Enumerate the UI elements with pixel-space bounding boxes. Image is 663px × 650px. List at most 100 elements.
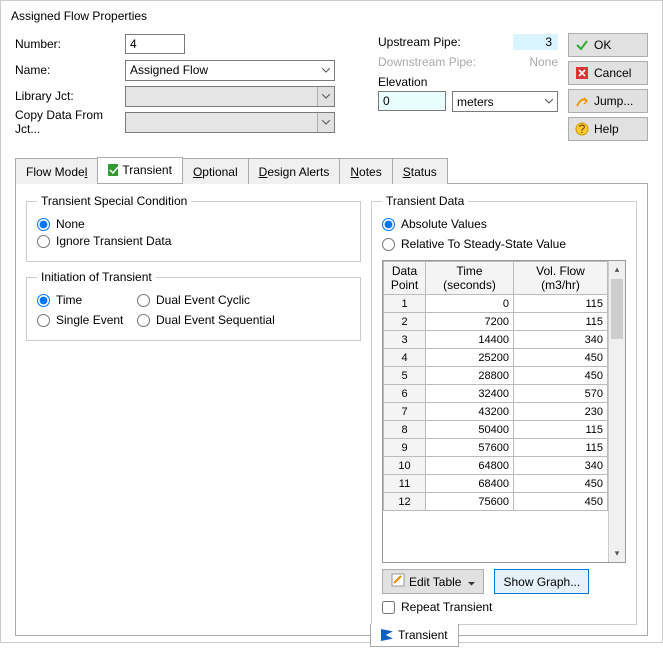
- table-row[interactable]: 528800450: [384, 367, 608, 385]
- row-index: 12: [384, 493, 426, 511]
- table-row[interactable]: 1275600450: [384, 493, 608, 511]
- table-row[interactable]: 425200450: [384, 349, 608, 367]
- elevation-label: Elevation: [378, 75, 558, 89]
- tab-status[interactable]: Status: [392, 158, 448, 184]
- table-row[interactable]: 632400570: [384, 385, 608, 403]
- cell-flow[interactable]: 115: [514, 439, 608, 457]
- x-icon: [575, 66, 589, 80]
- tab-flow-model[interactable]: Flow Model: [15, 158, 98, 184]
- copy-combo[interactable]: [125, 112, 335, 133]
- downstream-value: None: [529, 55, 558, 69]
- table-row[interactable]: 10115: [384, 295, 608, 313]
- cell-time[interactable]: 7200: [426, 313, 514, 331]
- radio-single[interactable]: Single Event: [37, 313, 137, 327]
- table-row[interactable]: 1064800340: [384, 457, 608, 475]
- radio-time[interactable]: Time: [37, 293, 137, 307]
- tab-design-alerts[interactable]: Design Alerts: [248, 158, 341, 184]
- row-index: 7: [384, 403, 426, 421]
- cell-time[interactable]: 68400: [426, 475, 514, 493]
- cell-flow[interactable]: 570: [514, 385, 608, 403]
- cell-flow[interactable]: 450: [514, 493, 608, 511]
- name-combo[interactable]: Assigned Flow: [125, 60, 335, 81]
- row-index: 1: [384, 295, 426, 313]
- tab-transient-label: Transient: [122, 163, 172, 177]
- sub-tab-transient[interactable]: Transient: [370, 624, 459, 647]
- dialog-window: Assigned Flow Properties Number: Name: A…: [0, 0, 663, 643]
- repeat-label: Repeat Transient: [401, 600, 492, 614]
- library-label: Library Jct:: [15, 89, 125, 103]
- table-row[interactable]: 27200115: [384, 313, 608, 331]
- repeat-transient-checkbox[interactable]: Repeat Transient: [382, 600, 626, 614]
- data-table[interactable]: Data Point Time (seconds) Vol. Flow (m3/…: [383, 261, 608, 511]
- table-row[interactable]: 743200230: [384, 403, 608, 421]
- table-row[interactable]: 850400115: [384, 421, 608, 439]
- cell-time[interactable]: 75600: [426, 493, 514, 511]
- jump-button[interactable]: Jump...: [568, 89, 648, 113]
- tab-optional[interactable]: Optional: [182, 158, 249, 184]
- row-index: 8: [384, 421, 426, 439]
- help-label: Help: [594, 122, 619, 136]
- cell-time[interactable]: 32400: [426, 385, 514, 403]
- ok-button[interactable]: OK: [568, 33, 648, 57]
- table-row[interactable]: 957600115: [384, 439, 608, 457]
- left-form: Number: Name: Assigned Flow Library Jct:: [15, 33, 368, 141]
- cell-time[interactable]: 64800: [426, 457, 514, 475]
- cell-flow[interactable]: 115: [514, 295, 608, 313]
- name-value: Assigned Flow: [130, 63, 208, 77]
- tab-panel: Transient Special Condition None Ignore …: [15, 184, 648, 636]
- checkbox-icon: [108, 165, 118, 175]
- number-input[interactable]: [125, 34, 185, 54]
- cell-flow[interactable]: 115: [514, 421, 608, 439]
- radio-absolute[interactable]: Absolute Values: [382, 217, 626, 231]
- edit-icon: [391, 573, 405, 590]
- cell-flow[interactable]: 340: [514, 331, 608, 349]
- tab-transient[interactable]: Transient: [97, 157, 183, 183]
- vertical-scrollbar[interactable]: ▴ ▾: [608, 261, 625, 562]
- col-point: Data Point: [384, 262, 426, 295]
- name-label: Name:: [15, 63, 125, 77]
- chevron-down-icon: [317, 113, 334, 132]
- cell-flow[interactable]: 340: [514, 457, 608, 475]
- cell-time[interactable]: 14400: [426, 331, 514, 349]
- special-condition-group: Transient Special Condition None Ignore …: [26, 194, 361, 262]
- special-condition-title: Transient Special Condition: [37, 194, 191, 208]
- table-row[interactable]: 1168400450: [384, 475, 608, 493]
- cell-time[interactable]: 50400: [426, 421, 514, 439]
- scroll-thumb[interactable]: [611, 279, 623, 339]
- tab-notes[interactable]: Notes: [339, 158, 392, 184]
- cell-flow[interactable]: 450: [514, 367, 608, 385]
- edit-table-button[interactable]: Edit Table: [382, 569, 484, 594]
- elevation-input[interactable]: [378, 91, 446, 111]
- radio-dual-cyclic[interactable]: Dual Event Cyclic: [137, 293, 350, 307]
- show-graph-label: Show Graph...: [503, 575, 580, 589]
- radio-dual-seq[interactable]: Dual Event Sequential: [137, 313, 350, 327]
- radio-ignore[interactable]: Ignore Transient Data: [37, 234, 350, 248]
- table-row[interactable]: 314400340: [384, 331, 608, 349]
- flag-icon: [381, 629, 393, 641]
- radio-relative[interactable]: Relative To Steady-State Value: [382, 237, 626, 251]
- library-combo[interactable]: [125, 86, 335, 107]
- cell-flow[interactable]: 450: [514, 349, 608, 367]
- row-index: 5: [384, 367, 426, 385]
- chevron-down-icon: [317, 87, 334, 106]
- cell-time[interactable]: 25200: [426, 349, 514, 367]
- radio-none[interactable]: None: [37, 217, 350, 231]
- button-column: OK Cancel Jump... ?: [568, 33, 648, 141]
- cell-flow[interactable]: 450: [514, 475, 608, 493]
- cell-time[interactable]: 0: [426, 295, 514, 313]
- check-icon: [575, 38, 589, 52]
- cell-flow[interactable]: 115: [514, 313, 608, 331]
- cell-time[interactable]: 28800: [426, 367, 514, 385]
- cancel-button[interactable]: Cancel: [568, 61, 648, 85]
- number-label: Number:: [15, 37, 125, 51]
- cell-time[interactable]: 43200: [426, 403, 514, 421]
- help-button[interactable]: ? Help: [568, 117, 648, 141]
- sub-transient-label: Transient: [398, 628, 448, 642]
- jump-label: Jump...: [594, 94, 633, 108]
- cell-time[interactable]: 57600: [426, 439, 514, 457]
- cell-flow[interactable]: 230: [514, 403, 608, 421]
- show-graph-button[interactable]: Show Graph...: [494, 569, 589, 594]
- row-index: 9: [384, 439, 426, 457]
- elevation-units-combo[interactable]: meters: [452, 91, 558, 112]
- ok-label: OK: [594, 38, 611, 52]
